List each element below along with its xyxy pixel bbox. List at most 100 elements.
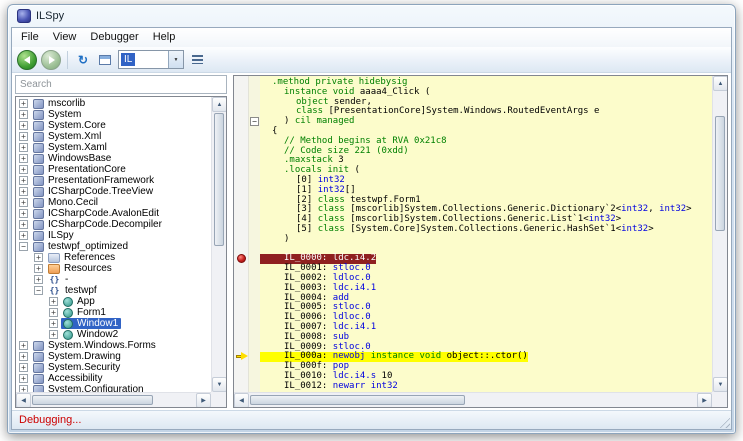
expand-icon[interactable]: + [19, 374, 28, 383]
tree-item-label: Resources [63, 263, 113, 274]
expand-icon[interactable]: + [34, 275, 43, 284]
tree-item-icsharpcode-decompiler[interactable]: +ICSharpCode.Decompiler [16, 219, 211, 230]
expand-icon[interactable]: + [19, 198, 28, 207]
expand-icon[interactable]: + [34, 264, 43, 273]
code-hscroll-thumb[interactable] [250, 395, 465, 405]
tree-item-presentationframework[interactable]: +PresentationFramework [16, 175, 211, 186]
tree-item-content: Form1 [61, 307, 109, 318]
tree-item-label: Accessibility [47, 373, 103, 384]
tree-item-system-drawing[interactable]: +System.Drawing [16, 351, 211, 362]
options-button[interactable] [188, 51, 206, 69]
code-horizontal-scrollbar[interactable] [234, 392, 712, 407]
code-view[interactable]: .method private hidebysiginstance void a… [233, 75, 728, 408]
tree-item-testwpf-optimized[interactable]: −testwpf_optimized [16, 241, 211, 252]
tree-item-system-windows-forms[interactable]: +System.Windows.Forms [16, 340, 211, 351]
scroll-up-icon[interactable] [713, 76, 728, 91]
expand-icon[interactable]: + [19, 209, 28, 218]
tree-item-accessibility[interactable]: + Accessibility [16, 373, 211, 384]
tree-item-system-configuration[interactable]: +System.Configuration [16, 384, 211, 392]
tree-item-icsharpcode-treeview[interactable]: +ICSharpCode.TreeView [16, 186, 211, 197]
code-vscroll-thumb[interactable] [715, 116, 725, 231]
fold-collapse-icon[interactable] [250, 117, 259, 126]
tree-item-system-xml[interactable]: +System.Xml [16, 131, 211, 142]
expand-icon[interactable]: + [49, 297, 58, 306]
tree-item-system-security[interactable]: +System.Security [16, 362, 211, 373]
expand-icon[interactable]: + [19, 154, 28, 163]
tree-item-content: System.Security [31, 362, 123, 373]
expand-icon[interactable]: + [19, 385, 28, 392]
open-list-button[interactable] [96, 51, 114, 69]
tree-item-content: System.Windows.Forms [31, 340, 159, 351]
expand-icon[interactable]: + [19, 187, 28, 196]
class-icon [63, 308, 73, 318]
tree-item-testwpf[interactable]: −{}testwpf [16, 285, 211, 296]
breakpoint-margin[interactable] [234, 76, 249, 392]
tree-horizontal-scrollbar[interactable] [16, 392, 211, 407]
tree-hscroll-thumb[interactable] [32, 395, 153, 405]
menu-view[interactable]: View [46, 29, 84, 46]
expand-icon[interactable]: + [19, 363, 28, 372]
tree-item-window2[interactable]: +Window2 [16, 329, 211, 340]
tree-item-windowsbase[interactable]: +WindowsBase [16, 153, 211, 164]
tree-item--[interactable]: +{}- [16, 274, 211, 285]
expand-icon[interactable]: + [49, 308, 58, 317]
scroll-left-icon[interactable] [16, 393, 31, 408]
expand-icon[interactable]: + [34, 253, 43, 262]
collapse-icon[interactable]: − [34, 286, 43, 295]
scroll-up-icon[interactable] [212, 97, 227, 112]
tree-vertical-scrollbar[interactable] [211, 97, 226, 392]
tree-vscroll-thumb[interactable] [214, 113, 224, 246]
tree-item-content: Resources [46, 263, 115, 274]
tree-item-presentationcore[interactable]: +PresentationCore [16, 164, 211, 175]
back-button[interactable] [17, 50, 37, 70]
tree-item-app[interactable]: +App [16, 296, 211, 307]
code-area[interactable]: .method private hidebysiginstance void a… [260, 76, 712, 392]
expand-icon[interactable]: + [19, 341, 28, 350]
tree-item-system[interactable]: + System [16, 109, 211, 120]
tree-item-system-xaml[interactable]: +System.Xaml [16, 142, 211, 153]
expand-icon[interactable]: + [19, 176, 28, 185]
list-icon [192, 55, 203, 64]
tree-item-system-core[interactable]: +System.Core [16, 120, 211, 131]
menu-help[interactable]: Help [146, 29, 183, 46]
tree-item-label: System [47, 109, 82, 120]
scroll-down-icon[interactable] [212, 377, 227, 392]
scroll-down-icon[interactable] [713, 377, 728, 392]
scroll-right-icon[interactable] [697, 393, 712, 408]
tree-item-form1[interactable]: +Form1 [16, 307, 211, 318]
expand-icon[interactable]: + [19, 220, 28, 229]
expand-icon[interactable]: + [19, 231, 28, 240]
tree-item-content: App [61, 296, 98, 307]
language-combobox[interactable]: IL [118, 50, 184, 69]
expand-icon[interactable]: + [19, 99, 28, 108]
tree-item-resources[interactable]: + Resources [16, 263, 211, 274]
resize-grip[interactable] [717, 415, 730, 428]
chevron-down-icon[interactable] [168, 51, 183, 68]
tree-item-window1[interactable]: +Window1 [16, 318, 211, 329]
scroll-left-icon[interactable] [234, 393, 249, 408]
forward-button[interactable] [41, 50, 61, 70]
tree-item-mscorlib[interactable]: +mscorlib [16, 98, 211, 109]
expand-icon[interactable]: + [49, 319, 58, 328]
title-bar[interactable]: ILSpy [8, 5, 735, 26]
collapse-icon[interactable]: − [19, 242, 28, 251]
refresh-button[interactable] [74, 51, 92, 69]
expand-icon[interactable]: + [19, 165, 28, 174]
expand-icon[interactable]: + [19, 121, 28, 130]
tree-item-ilspy[interactable]: +ILSpy [16, 230, 211, 241]
code-vertical-scrollbar[interactable] [712, 76, 727, 392]
search-input[interactable] [16, 77, 226, 92]
tree-item-icsharpcode-avalonedit[interactable]: +ICSharpCode.AvalonEdit [16, 208, 211, 219]
scroll-right-icon[interactable] [196, 393, 211, 408]
expand-icon[interactable]: + [49, 330, 58, 339]
expand-icon[interactable]: + [19, 143, 28, 152]
tree-item-mono-cecil[interactable]: +Mono.Cecil [16, 197, 211, 208]
expand-icon[interactable]: + [19, 110, 28, 119]
menu-debugger[interactable]: Debugger [83, 29, 145, 46]
code-line: [5] class [System.Core]System.Collection… [260, 225, 712, 235]
breakpoint-icon[interactable] [237, 254, 246, 263]
tree-item-references[interactable]: +References [16, 252, 211, 263]
expand-icon[interactable]: + [19, 352, 28, 361]
menu-file[interactable]: File [14, 29, 46, 46]
expand-icon[interactable]: + [19, 132, 28, 141]
